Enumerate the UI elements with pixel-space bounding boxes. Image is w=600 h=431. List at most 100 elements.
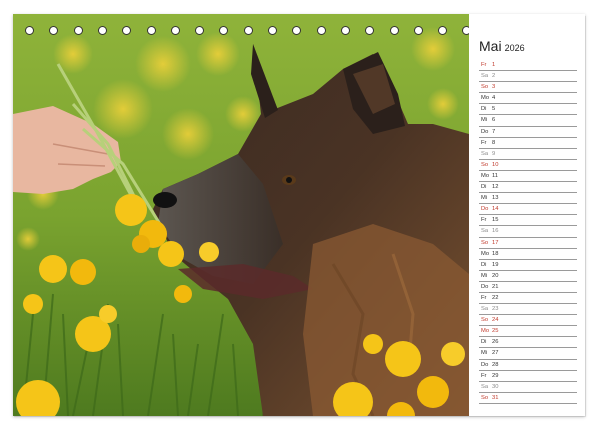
day-row: Do 14 — [479, 204, 577, 216]
binding-ring — [73, 26, 83, 35]
day-number: 30 — [492, 383, 499, 390]
weekday-label: Mi — [481, 195, 488, 202]
day-row: Fr 29 — [479, 371, 577, 382]
weekday-label: Sa — [481, 383, 489, 390]
day-number: 10 — [492, 161, 499, 168]
day-row: Fr 8 — [479, 138, 577, 149]
binding-ring — [268, 26, 277, 35]
weekday-label: Do — [481, 206, 489, 213]
weekday-label: Mi — [481, 117, 488, 124]
day-row: Fr 22 — [479, 293, 577, 305]
day-number: 9 — [492, 150, 496, 157]
binding-ring — [316, 26, 326, 35]
day-row: Di 19 — [479, 260, 577, 271]
day-number: 19 — [492, 261, 499, 268]
weekday-label: Fr — [481, 62, 487, 68]
day-number: 20 — [492, 272, 499, 279]
day-number: 8 — [492, 139, 496, 146]
binding-ring — [146, 26, 156, 35]
day-number: 29 — [492, 372, 499, 379]
weekday-label: Di — [481, 106, 487, 113]
month-name: Mai — [479, 38, 502, 54]
day-row: Do 7 — [479, 127, 577, 138]
binding-ring — [170, 26, 180, 35]
day-number: 31 — [492, 394, 499, 401]
binding-ring — [49, 26, 59, 35]
day-row: Sa 9 — [479, 149, 577, 160]
day-number: 1 — [492, 62, 496, 68]
weekday-label: Sa — [481, 228, 489, 235]
weekday-label: Mo — [481, 95, 490, 102]
day-number: 3 — [492, 84, 496, 91]
weekday-label: Di — [481, 339, 487, 346]
day-number: 22 — [492, 294, 499, 301]
day-number: 18 — [492, 250, 499, 257]
weekday-label: Di — [481, 184, 487, 191]
day-number: 26 — [492, 339, 499, 346]
day-number: 4 — [492, 95, 496, 102]
weekday-label: Mi — [481, 272, 488, 279]
day-number: 25 — [492, 328, 499, 335]
day-number: 27 — [492, 350, 499, 357]
day-number: 17 — [492, 239, 499, 246]
weekday-label: Mi — [481, 350, 488, 357]
day-number: 16 — [492, 228, 499, 235]
day-row: Mo 11 — [479, 171, 577, 183]
day-row: Sa 23 — [479, 304, 577, 316]
month-title: Mai 2026 — [479, 38, 525, 56]
day-row: Mi 27 — [479, 348, 577, 360]
day-number: 28 — [492, 361, 499, 368]
day-row: Di 12 — [479, 182, 577, 194]
day-number: 6 — [492, 117, 496, 124]
day-row: So 24 — [479, 315, 577, 327]
weekday-label: Mo — [481, 172, 490, 179]
weekday-label: Fr — [481, 139, 487, 146]
day-row: Di 26 — [479, 337, 577, 349]
calendar-page: Mai 2026 Fr 1 Sa 2 So 3 Mo 4 Di 5 Mi 6 Do 7 Fr 8 Sa 9 So 10 M… — [13, 14, 585, 416]
weekday-label: So — [481, 84, 489, 91]
day-row: Sa 16 — [479, 226, 577, 238]
binding-ring — [340, 26, 350, 35]
day-row: Mi 6 — [479, 115, 577, 127]
day-number: 7 — [492, 128, 496, 135]
day-row: Do 21 — [479, 282, 577, 293]
weekday-label: Fr — [481, 294, 487, 301]
day-row: Sa 30 — [479, 382, 577, 393]
weekday-label: Sa — [481, 73, 489, 80]
day-row: Di 5 — [479, 104, 577, 116]
day-number: 24 — [492, 317, 499, 324]
day-number: 11 — [492, 172, 499, 179]
binding-ring — [365, 26, 375, 35]
weekday-label: So — [481, 239, 489, 246]
day-row: Mi 13 — [479, 193, 577, 205]
calendar-panel: Mai 2026 Fr 1 Sa 2 So 3 Mo 4 Di 5 Mi 6 Do 7 Fr 8 Sa 9 So 10 M… — [469, 14, 585, 416]
day-row: Do 28 — [479, 360, 577, 371]
day-row: So 10 — [479, 160, 577, 171]
day-row: Fr 15 — [479, 215, 577, 227]
weekday-label: Sa — [481, 150, 489, 157]
weekday-label: Do — [481, 361, 489, 368]
day-number: 12 — [492, 184, 499, 191]
day-number: 14 — [492, 206, 499, 213]
weekday-label: So — [481, 161, 489, 168]
day-row: So 31 — [479, 393, 577, 404]
weekday-label: Fr — [481, 217, 487, 224]
day-list: Fr 1 Sa 2 So 3 Mo 4 Di 5 Mi 6 Do 7 Fr 8 Sa 9 So 10 Mo 11 Di 12 M… — [479, 60, 577, 404]
binding-ring — [413, 26, 423, 35]
day-number: 23 — [492, 306, 499, 313]
day-row: Mo 4 — [479, 93, 577, 105]
day-number: 21 — [492, 283, 499, 290]
binding-ring — [219, 26, 229, 35]
photo-dog-dandelions — [13, 14, 469, 416]
binding-ring — [438, 26, 448, 35]
day-row: Mi 20 — [479, 271, 577, 282]
day-row: Mo 18 — [479, 249, 577, 260]
day-number: 13 — [492, 195, 499, 202]
weekday-label: So — [481, 394, 489, 401]
day-number: 2 — [492, 73, 496, 80]
binding-ring — [25, 26, 34, 35]
binding-ring — [292, 26, 302, 35]
weekday-label: Mo — [481, 250, 490, 257]
weekday-label: Do — [481, 128, 489, 135]
binding-ring — [389, 26, 399, 35]
